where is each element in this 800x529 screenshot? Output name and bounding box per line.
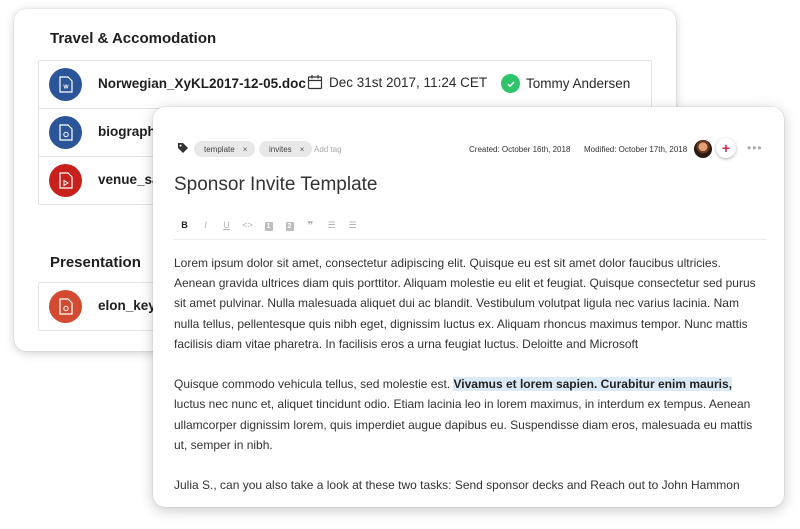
file-name[interactable]: venue_sa [98,172,160,187]
highlighted-text: Vivamus et lorem sapien. Curabitur enim … [453,377,733,392]
file-name[interactable]: Norwegian_XyKL2017-12-05.doc [98,76,306,91]
paragraph-text: Quisque commodo vehicula tellus, sed mol… [174,377,454,392]
section-title-travel: Travel & Accomodation [50,30,217,47]
tag-invites[interactable]: invites × [259,141,313,157]
tag-template[interactable]: template × [194,141,256,157]
modified-date: Modified: October 17th, 2018 [584,145,688,154]
file-date-text: Dec 31st 2017, 11:24 CET [329,74,488,90]
heading1-button[interactable]: 1 [258,220,279,231]
more-options-icon[interactable]: ••• [747,141,763,155]
calendar-icon [307,75,323,90]
heading2-icon: 2 [285,221,294,231]
document-topbar: template × invites × Add tag Created: Oc… [153,137,784,161]
document-editor-card: template × invites × Add tag Created: Oc… [153,107,784,507]
ordered-list-button[interactable]: ☰ [321,220,342,231]
file-owner-name: Tommy Andersen [526,76,631,91]
heading1-icon: 1 [264,221,273,231]
tag-remove-icon[interactable]: × [243,145,248,154]
add-tag-input[interactable]: Add tag [314,145,342,154]
pdf-doc-icon [49,164,82,197]
document-title[interactable]: Sponsor Invite Template [174,174,378,196]
underline-button[interactable]: U [216,220,237,230]
tag-remove-icon[interactable]: × [300,145,305,154]
quote-button[interactable]: ❞ [300,219,321,232]
word-doc-icon: W [49,68,82,101]
code-button[interactable]: <> [237,220,258,230]
paragraph[interactable]: Julia S., can you also take a look at th… [174,475,762,495]
paragraph[interactable]: Quisque commodo vehicula tellus, sed mol… [174,374,762,455]
tag-icon [178,143,188,153]
heading2-button[interactable]: 2 [279,220,300,231]
slides-doc-icon [49,290,82,323]
avatar[interactable] [694,140,712,158]
check-icon [501,74,520,93]
bold-button[interactable]: B [174,220,195,230]
tag-label: template [204,144,235,154]
italic-button[interactable]: I [195,220,216,230]
file-row[interactable]: W Norwegian_XyKL2017-12-05.doc Dec 31st … [39,61,651,109]
paragraph-text: luctus nec nunc et, aliquet tincidunt od… [174,397,753,452]
file-date: Dec 31st 2017, 11:24 CET [307,74,487,90]
created-date: Created: October 16th, 2018 [469,145,571,154]
file-owner: Tommy Andersen [501,74,630,93]
section-title-presentation: Presentation [50,254,141,271]
tag-label: invites [269,144,292,154]
add-collaborator-button[interactable]: + [716,138,736,158]
formatting-toolbar: B I U <> 1 2 ❞ ☰ ☰ [174,211,767,240]
bulleted-list-button[interactable]: ☰ [342,220,363,231]
paragraph[interactable]: Lorem ipsum dolor sit amet, consectetur … [174,253,762,354]
svg-text:W: W [63,85,69,91]
generic-doc-icon [49,116,82,149]
document-body[interactable]: Lorem ipsum dolor sit amet, consectetur … [174,253,762,516]
